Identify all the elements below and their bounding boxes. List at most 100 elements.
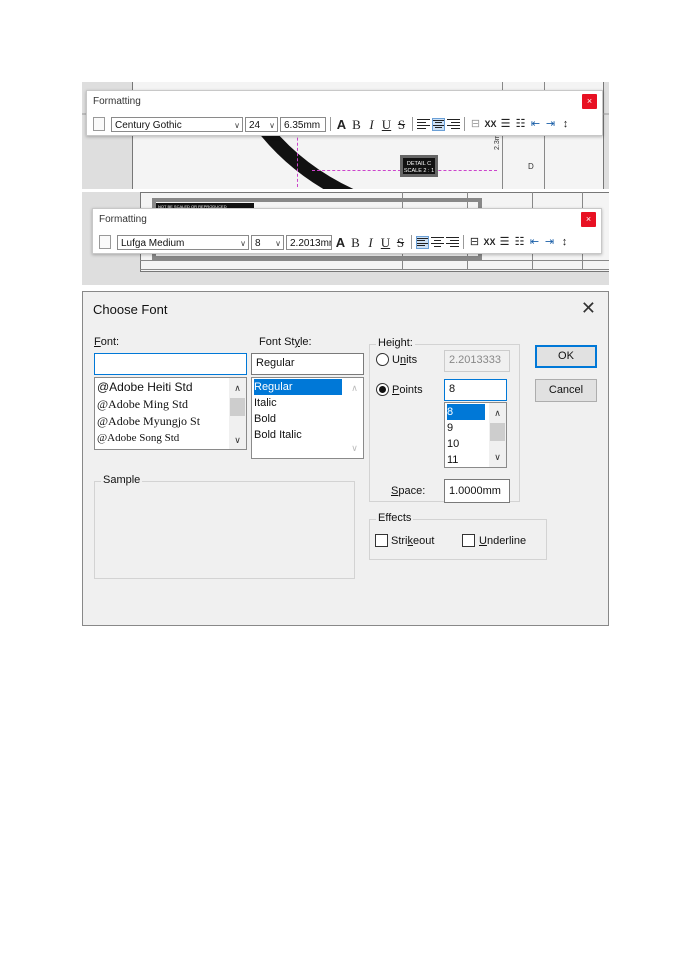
chevron-up-icon[interactable]: ∧ [346, 380, 363, 396]
units-radio[interactable] [376, 353, 389, 366]
divider [464, 117, 465, 131]
font-value: Lufga Medium [121, 237, 185, 249]
decrease-indent-icon[interactable]: ⇤ [529, 117, 542, 132]
list-item[interactable]: Italic [254, 395, 277, 411]
list-item[interactable]: Bold [254, 411, 276, 427]
height-value: 2.2013mm [290, 237, 331, 249]
strikethrough-button[interactable]: S [394, 235, 407, 250]
italic-button[interactable]: I [365, 117, 378, 132]
italic-button[interactable]: I [364, 235, 377, 250]
numbered-list-icon[interactable]: ☷ [514, 117, 527, 132]
align-right-icon[interactable] [447, 118, 460, 131]
font-size-combobox[interactable]: 24 ∨ [245, 116, 278, 132]
chevron-down-icon[interactable]: ∨ [489, 449, 506, 465]
list-item[interactable]: Bold Italic [254, 427, 302, 443]
space-input[interactable]: 1.0000mm [444, 479, 510, 503]
list-item[interactable]: @Adobe Song Std [97, 430, 179, 446]
chevron-down-icon[interactable]: ∨ [229, 432, 246, 448]
list-item[interactable]: Regular [254, 379, 342, 395]
scrollbar-thumb[interactable] [490, 423, 505, 441]
points-input[interactable]: 8 [444, 379, 507, 401]
units-label: Units [392, 354, 418, 366]
underline-button[interactable]: U [380, 117, 393, 132]
font-combobox[interactable]: Century Gothic ∨ [111, 116, 243, 132]
font-style-input[interactable]: Regular [251, 353, 364, 375]
chevron-up-icon[interactable]: ∧ [229, 380, 246, 396]
font-input[interactable] [94, 353, 247, 375]
strikeout-checkbox[interactable] [375, 534, 388, 547]
list-item[interactable]: 8 [447, 404, 485, 420]
bullet-list-icon[interactable]: ☰ [498, 235, 511, 250]
font-combobox[interactable]: Lufga Medium ∨ [117, 234, 249, 250]
chevron-down-icon: ∨ [234, 120, 240, 130]
close-button[interactable]: × [582, 94, 597, 109]
bullet-list-icon[interactable]: ☰ [499, 117, 512, 132]
underline-button[interactable]: U [379, 235, 392, 250]
list-item[interactable]: @Adobe Ming Std [97, 396, 188, 412]
units-field[interactable]: 2.2013333 [444, 350, 510, 372]
font-style-list[interactable]: Regular Italic Bold Bold Italic ∧ ∨ [251, 377, 364, 459]
frame-icon[interactable]: ⊟ [468, 235, 481, 250]
list-item[interactable]: 10 [447, 436, 459, 452]
font-value: Century Gothic [115, 119, 182, 131]
frame-icon[interactable]: ⊟ [469, 117, 482, 132]
line-spacing-icon[interactable]: ↕ [559, 117, 572, 132]
points-radio[interactable] [376, 383, 389, 396]
cancel-button[interactable]: Cancel [535, 379, 597, 402]
size-value: 24 [249, 119, 261, 131]
stack-icon[interactable]: XX [484, 117, 497, 132]
text-height-field[interactable]: 2.2013mm [286, 234, 332, 250]
ok-button[interactable]: OK [535, 345, 597, 368]
list-item[interactable]: @Adobe Heiti Std [97, 379, 193, 395]
align-right-icon[interactable] [446, 236, 459, 249]
list-item[interactable]: @Adobe Myungjo St [97, 413, 200, 429]
style-icon[interactable] [93, 117, 105, 131]
line-spacing-icon[interactable]: ↕ [558, 235, 571, 250]
bold-button[interactable]: B [350, 117, 363, 132]
bold-button[interactable]: B [349, 235, 362, 250]
points-list[interactable]: 8 9 10 11 ∧ ∨ [444, 402, 507, 468]
formatting-toolbar[interactable]: Formatting × Lufga Medium∨ 8∨ 2.2013mm A… [92, 208, 602, 254]
list-item[interactable]: 9 [447, 420, 453, 436]
increase-indent-icon[interactable]: ⇥ [543, 235, 556, 250]
text-color-button[interactable]: A [335, 117, 348, 132]
formatting-toolbar[interactable]: Formatting × Century Gothic ∨ 24 ∨ 6.35mm … [86, 90, 603, 136]
list-item[interactable]: 11 [447, 452, 458, 467]
scrollbar[interactable]: ∧ ∨ [229, 378, 246, 449]
strikeout-label: Strikeout [391, 535, 435, 547]
effects-title: Effects [376, 512, 414, 524]
scale-label: SCALE 2 : 1 [403, 168, 435, 174]
close-icon[interactable]: ✕ [581, 298, 596, 319]
underline-checkbox[interactable] [462, 534, 475, 547]
chevron-down-icon[interactable]: ∨ [346, 440, 363, 456]
decrease-indent-icon[interactable]: ⇤ [528, 235, 541, 250]
align-left-icon[interactable] [416, 235, 429, 249]
text-color-button[interactable]: A [334, 235, 347, 250]
align-center-icon[interactable] [431, 236, 444, 249]
size-value: 8 [255, 237, 261, 249]
close-button[interactable]: × [581, 212, 596, 227]
align-left-icon[interactable] [417, 118, 430, 131]
style-icon[interactable] [99, 235, 111, 249]
text-height-field[interactable]: 6.35mm [280, 116, 326, 132]
height-value: 6.35mm [284, 119, 321, 131]
points-label: Points [392, 384, 423, 396]
screenshot-2: NOT BE SCALED OR REPRODUCED Formatting ×… [82, 192, 609, 285]
underline-label: Underline [479, 535, 527, 547]
strikethrough-button[interactable]: S [395, 117, 408, 132]
font-size-combobox[interactable]: 8 ∨ [251, 234, 284, 250]
zone-letter: D [528, 162, 534, 171]
numbered-list-icon[interactable]: ☷ [513, 235, 526, 250]
scrollbar[interactable]: ∧ ∨ [489, 403, 506, 467]
detail-label-box[interactable]: DETAIL C SCALE 2 : 1 [400, 155, 438, 177]
chevron-up-icon[interactable]: ∧ [489, 405, 506, 421]
scrollbar[interactable]: ∧ ∨ [346, 378, 363, 458]
increase-indent-icon[interactable]: ⇥ [544, 117, 557, 132]
detail-label: DETAIL C [406, 161, 432, 167]
align-center-icon[interactable] [432, 117, 445, 131]
scrollbar-thumb[interactable] [230, 398, 245, 416]
stack-icon[interactable]: XX [483, 235, 496, 250]
toolbar-title: Formatting [99, 214, 147, 225]
font-list[interactable]: @Adobe Heiti Std @Adobe Ming Std @Adobe … [94, 377, 247, 450]
choose-font-dialog: Choose Font ✕ Font: @Adobe Heiti Std @Ad… [82, 291, 609, 626]
